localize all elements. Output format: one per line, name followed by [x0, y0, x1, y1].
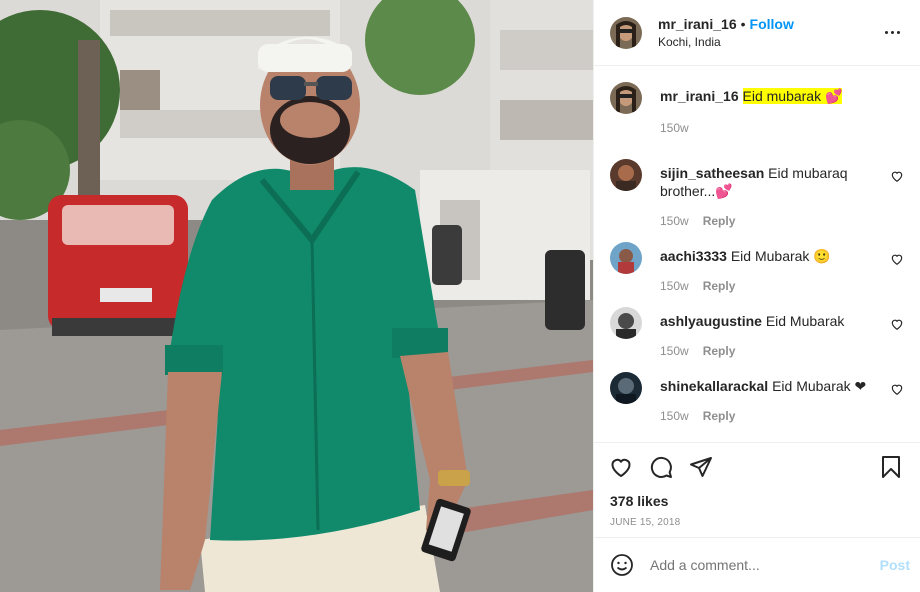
follow-button[interactable]: Follow [750, 15, 794, 33]
header-text: mr_irani_16 • Follow Kochi, India [658, 15, 880, 51]
comment-message: Eid Mubarak [765, 313, 845, 329]
caption-body: mr_irani_16 Eid mubarak 💕 150w [660, 82, 904, 135]
comment-icon[interactable] [648, 454, 674, 480]
likes-count[interactable]: 378 likes [594, 491, 920, 511]
heart-icon[interactable] [890, 317, 904, 331]
send-icon[interactable] [688, 454, 714, 480]
comment-body: aachi3333 Eid Mubarak 🙂 150w Reply [660, 242, 904, 293]
comments-list[interactable]: mr_irani_16 Eid mubarak 💕 150w sijin_sat… [594, 66, 920, 443]
comment-body: shinekallarackal Eid Mubarak ❤ 150w Repl… [660, 372, 904, 423]
comment-age[interactable]: 150w [660, 344, 689, 358]
reply-button[interactable]: Reply [703, 279, 736, 293]
reply-button[interactable]: Reply [703, 344, 736, 358]
comment-text: sijin_satheesan Eid mubaraq brother...💕 [660, 159, 878, 200]
comment-username[interactable]: shinekallarackal [660, 378, 768, 394]
comment-item: shinekallarackal Eid Mubarak ❤ 150w Repl… [610, 372, 904, 423]
comment-item: sijin_satheesan Eid mubaraq brother...💕 … [610, 159, 904, 228]
avatar[interactable] [610, 159, 642, 191]
comment-body: sijin_satheesan Eid mubaraq brother...💕 … [660, 159, 904, 228]
post-side-panel: mr_irani_16 • Follow Kochi, India mr_ira… [593, 0, 920, 592]
comment-meta: 150w Reply [660, 344, 878, 358]
caption-message: Eid mubarak 💕 [742, 88, 843, 104]
avatar-image [610, 307, 642, 339]
avatar[interactable] [610, 242, 642, 274]
avatar[interactable] [610, 16, 642, 49]
post-header: mr_irani_16 • Follow Kochi, India [594, 0, 920, 66]
action-bar [594, 443, 920, 491]
comment-text: shinekallarackal Eid Mubarak ❤ [660, 372, 878, 395]
comment-text: aachi3333 Eid Mubarak 🙂 [660, 242, 878, 265]
avatar-image [610, 159, 642, 191]
post-button[interactable]: Post [880, 557, 910, 573]
comment-input[interactable] [650, 557, 880, 573]
add-comment-bar: Post [594, 537, 920, 592]
emoji-icon[interactable] [610, 553, 634, 577]
caption: mr_irani_16 Eid mubarak 💕 150w [610, 82, 904, 135]
caption-meta: 150w [660, 121, 878, 135]
caption-age[interactable]: 150w [660, 121, 689, 135]
comment-meta: 150w Reply [660, 409, 878, 423]
comment-body: ashlyaugustine Eid Mubarak 150w Reply [660, 307, 904, 358]
bookmark-icon[interactable] [878, 454, 904, 480]
avatar-image [610, 242, 642, 274]
comment-item: aachi3333 Eid Mubarak 🙂 150w Reply [610, 242, 904, 293]
comment-text: ashlyaugustine Eid Mubarak [660, 307, 878, 330]
caption-text: mr_irani_16 Eid mubarak 💕 [660, 82, 878, 105]
heart-icon[interactable] [890, 382, 904, 396]
comment-username[interactable]: aachi3333 [660, 248, 727, 264]
comment-username[interactable]: sijin_satheesan [660, 165, 764, 181]
reply-button[interactable]: Reply [703, 214, 736, 228]
avatar-image [610, 372, 642, 404]
heart-icon[interactable] [890, 169, 904, 183]
post-date: JUNE 15, 2018 [610, 517, 681, 528]
avatar-image [610, 82, 642, 114]
comment-meta: 150w Reply [660, 279, 878, 293]
avatar-image [610, 16, 642, 49]
more-options-icon[interactable] [880, 21, 904, 45]
comment-message: Eid Mubarak 🙂 [730, 248, 831, 264]
instagram-post: mr_irani_16 • Follow Kochi, India mr_ira… [0, 0, 920, 592]
heart-icon[interactable] [890, 252, 904, 266]
photo-illustration [0, 0, 593, 592]
comment-meta: 150w Reply [660, 214, 878, 228]
comment-item: ashlyaugustine Eid Mubarak 150w Reply [610, 307, 904, 358]
comment-age[interactable]: 150w [660, 409, 689, 423]
location-link[interactable]: Kochi, India [658, 33, 880, 51]
avatar[interactable] [610, 82, 642, 114]
caption-username[interactable]: mr_irani_16 [660, 88, 739, 104]
heart-icon[interactable] [608, 454, 634, 480]
reply-button[interactable]: Reply [703, 409, 736, 423]
header-row: mr_irani_16 • Follow [658, 15, 880, 33]
avatar[interactable] [610, 307, 642, 339]
comment-age[interactable]: 150w [660, 279, 689, 293]
comment-username[interactable]: ashlyaugustine [660, 313, 762, 329]
username-link[interactable]: mr_irani_16 [658, 15, 737, 33]
comment-message: Eid Mubarak ❤ [772, 378, 867, 394]
separator-dot: • [740, 15, 746, 32]
post-photo[interactable] [0, 0, 593, 592]
avatar[interactable] [610, 372, 642, 404]
comment-age[interactable]: 150w [660, 214, 689, 228]
